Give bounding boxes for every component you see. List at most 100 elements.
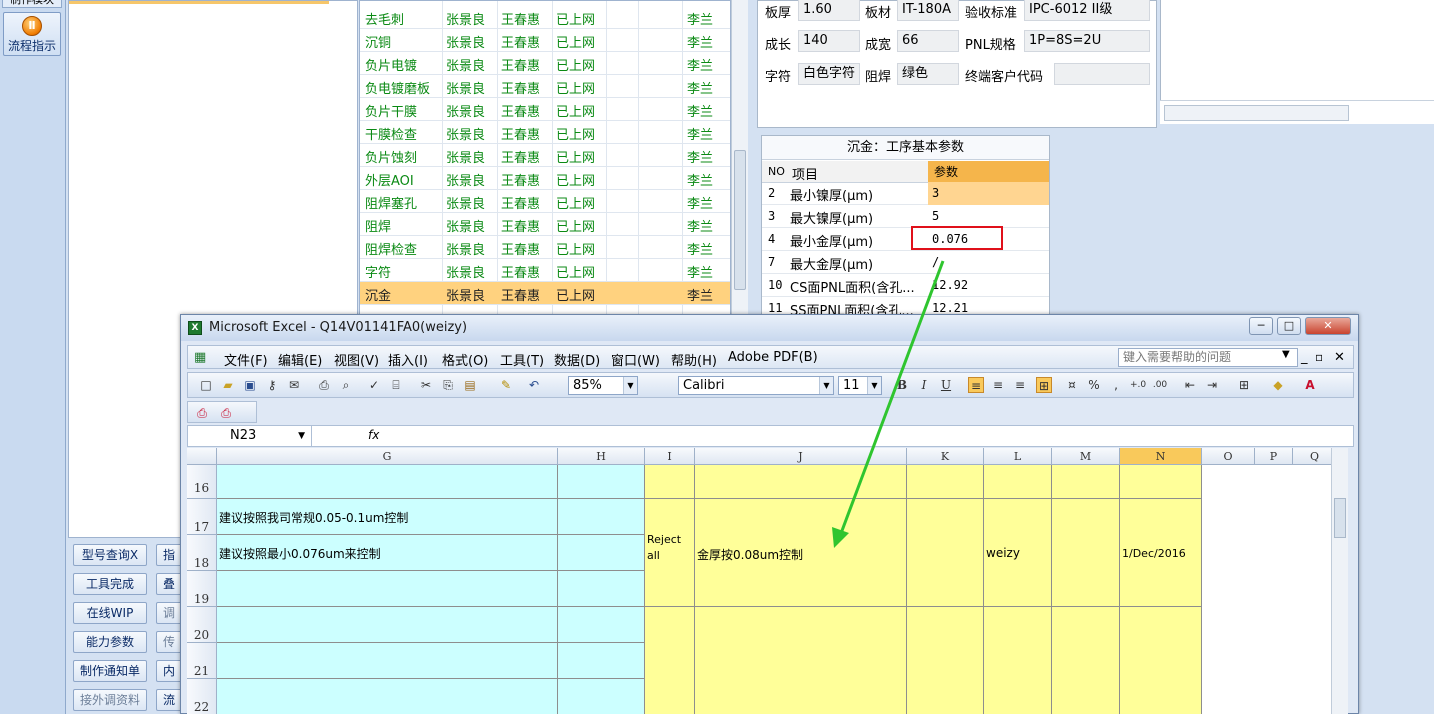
cell[interactable] bbox=[1052, 499, 1120, 607]
cell[interactable] bbox=[984, 465, 1052, 499]
underline-button[interactable]: U bbox=[938, 377, 954, 393]
cell[interactable] bbox=[645, 465, 695, 499]
length-field[interactable]: 140 bbox=[798, 30, 860, 52]
cell-j18[interactable]: 金厚按0.08um控制 bbox=[695, 499, 907, 607]
param-row[interactable]: 10 CS面PNL面积(含孔... 12.92 bbox=[762, 274, 1049, 297]
email-icon[interactable]: ✉ bbox=[286, 377, 302, 393]
percent-button[interactable]: % bbox=[1086, 377, 1102, 393]
italic-button[interactable]: I bbox=[916, 377, 932, 393]
cell[interactable] bbox=[558, 679, 645, 714]
thickness-field[interactable]: 1.60 bbox=[798, 0, 860, 21]
process-row[interactable]: 外层AOI 张景良 王春惠 已上网 李兰 bbox=[360, 167, 730, 190]
format-painter-icon[interactable]: ✎ bbox=[498, 377, 514, 393]
menu-item[interactable]: 文件(F) bbox=[224, 350, 268, 369]
menu-item[interactable]: 工具(T) bbox=[500, 350, 544, 369]
cell[interactable] bbox=[558, 535, 645, 571]
currency-icon[interactable]: ¤ bbox=[1064, 377, 1080, 393]
row-header[interactable]: 21 bbox=[187, 643, 217, 679]
process-row[interactable]: 负电镀磨板 张景良 王春惠 已上网 李兰 bbox=[360, 75, 730, 98]
help-dropdown-icon[interactable]: ▼ bbox=[1282, 349, 1290, 360]
flow-indicator-button[interactable]: Ⅱ 流程指示 bbox=[3, 12, 61, 56]
cell[interactable] bbox=[217, 607, 558, 643]
menu-item[interactable]: 插入(I) bbox=[388, 350, 428, 369]
grid-vertical-scrollbar[interactable] bbox=[1331, 448, 1348, 714]
print-icon[interactable]: ⎙ bbox=[316, 377, 332, 393]
cell[interactable] bbox=[558, 643, 645, 679]
merge-center-icon[interactable]: ⊞ bbox=[1036, 377, 1052, 393]
align-left-icon[interactable]: ≡ bbox=[968, 377, 984, 393]
column-header[interactable]: J bbox=[695, 448, 907, 465]
name-box[interactable]: N23 ▼ bbox=[188, 426, 312, 446]
cell[interactable] bbox=[1052, 607, 1120, 714]
material-field[interactable]: IT-180A bbox=[897, 0, 959, 21]
cell[interactable] bbox=[1052, 465, 1120, 499]
doc-restore-icon[interactable]: ▫ bbox=[1315, 350, 1323, 364]
model-query-button[interactable]: 型号查询X bbox=[73, 544, 147, 566]
cell[interactable] bbox=[645, 607, 695, 714]
capability-params-button[interactable]: 能力参数 bbox=[73, 631, 147, 653]
paste-icon[interactable]: ▤ bbox=[462, 377, 478, 393]
customer-field[interactable] bbox=[1054, 63, 1150, 85]
cell-g18[interactable]: 建议按照最小0.076um来控制 bbox=[217, 535, 558, 571]
menu-item[interactable]: Adobe PDF(B) bbox=[728, 350, 818, 365]
comma-button[interactable]: , bbox=[1108, 377, 1124, 393]
process-row[interactable]: 阻焊塞孔 张景良 王春惠 已上网 李兰 bbox=[360, 190, 730, 213]
cell[interactable] bbox=[558, 465, 645, 499]
zoom-select[interactable]: 85% ▼ bbox=[568, 376, 638, 395]
fill-color-icon[interactable]: ◆ bbox=[1270, 377, 1286, 393]
borders-icon[interactable]: ⊞ bbox=[1236, 377, 1252, 393]
process-row[interactable]: 负片电镀 张景良 王春惠 已上网 李兰 bbox=[360, 52, 730, 75]
copy-icon[interactable]: ⎘ bbox=[440, 377, 456, 393]
param-row[interactable]: 3 最大镍厚(μm) 5 bbox=[762, 205, 1049, 228]
row-header[interactable]: 17 bbox=[187, 499, 217, 535]
doc-icon[interactable]: ▦ bbox=[194, 350, 206, 365]
align-center-icon[interactable]: ≡ bbox=[990, 377, 1006, 393]
font-color-icon[interactable]: A bbox=[1302, 377, 1318, 393]
select-all-corner[interactable] bbox=[187, 448, 217, 465]
width-field[interactable]: 66 bbox=[897, 30, 959, 52]
menu-item[interactable]: 帮助(H) bbox=[671, 350, 717, 369]
production-notice-button[interactable]: 制作通知单 bbox=[73, 660, 147, 682]
research-icon[interactable]: ⌸ bbox=[388, 377, 404, 393]
close-icon[interactable]: ✕ bbox=[1305, 317, 1351, 335]
row-header[interactable]: 19 bbox=[187, 571, 217, 607]
process-row[interactable]: 阻焊 张景良 王春惠 已上网 李兰 bbox=[360, 213, 730, 236]
process-row[interactable]: 去毛刺 张景良 王春惠 已上网 李兰 bbox=[360, 6, 730, 29]
cell[interactable] bbox=[217, 465, 558, 499]
fx-icon[interactable]: fx bbox=[368, 428, 379, 442]
cell[interactable] bbox=[907, 499, 984, 607]
column-header[interactable]: G bbox=[217, 448, 558, 465]
menu-item[interactable]: 窗口(W) bbox=[611, 350, 660, 369]
excel-title-bar[interactable]: X Microsoft Excel - Q14V01141FA0(weizy) … bbox=[181, 315, 1358, 341]
cell-i18[interactable]: Reject all bbox=[645, 499, 695, 607]
cell[interactable] bbox=[695, 607, 907, 714]
doc-close-icon[interactable]: ✕ bbox=[1334, 350, 1345, 365]
cell[interactable] bbox=[558, 499, 645, 535]
process-row[interactable]: 干膜检查 张景良 王春惠 已上网 李兰 bbox=[360, 121, 730, 144]
decrease-decimal-icon[interactable]: .00 bbox=[1152, 377, 1168, 393]
pnl-field[interactable]: 1P=8S=2U bbox=[1024, 30, 1150, 52]
cell[interactable] bbox=[907, 607, 984, 714]
align-right-icon[interactable]: ≡ bbox=[1012, 377, 1028, 393]
cell[interactable] bbox=[1120, 607, 1202, 714]
process-row[interactable]: 字符 张景良 王春惠 已上网 李兰 bbox=[360, 259, 730, 282]
increase-indent-icon[interactable]: ⇥ bbox=[1204, 377, 1220, 393]
new-icon[interactable]: □ bbox=[198, 377, 214, 393]
cell[interactable] bbox=[695, 465, 907, 499]
scroll-thumb[interactable] bbox=[734, 150, 746, 290]
menu-item[interactable]: 格式(O) bbox=[442, 350, 488, 369]
process-row[interactable]: 负片蚀刻 张景良 王春惠 已上网 李兰 bbox=[360, 144, 730, 167]
selected-tree-item[interactable] bbox=[69, 1, 329, 4]
menu-item[interactable]: 视图(V) bbox=[334, 350, 379, 369]
cell[interactable] bbox=[217, 571, 558, 607]
tool-complete-button[interactable]: 工具完成 bbox=[73, 573, 147, 595]
column-header[interactable]: K bbox=[907, 448, 984, 465]
column-header[interactable]: O bbox=[1202, 448, 1255, 465]
mask-field[interactable]: 绿色 bbox=[897, 63, 959, 85]
row-header[interactable]: 18 bbox=[187, 535, 217, 571]
online-wip-button[interactable]: 在线WIP bbox=[73, 602, 147, 624]
permission-icon[interactable]: ⚷ bbox=[264, 377, 280, 393]
scroll-thumb[interactable] bbox=[1334, 498, 1346, 538]
undo-icon[interactable]: ↶ bbox=[526, 377, 542, 393]
standard-field[interactable]: IPC-6012 II级 bbox=[1024, 0, 1150, 21]
